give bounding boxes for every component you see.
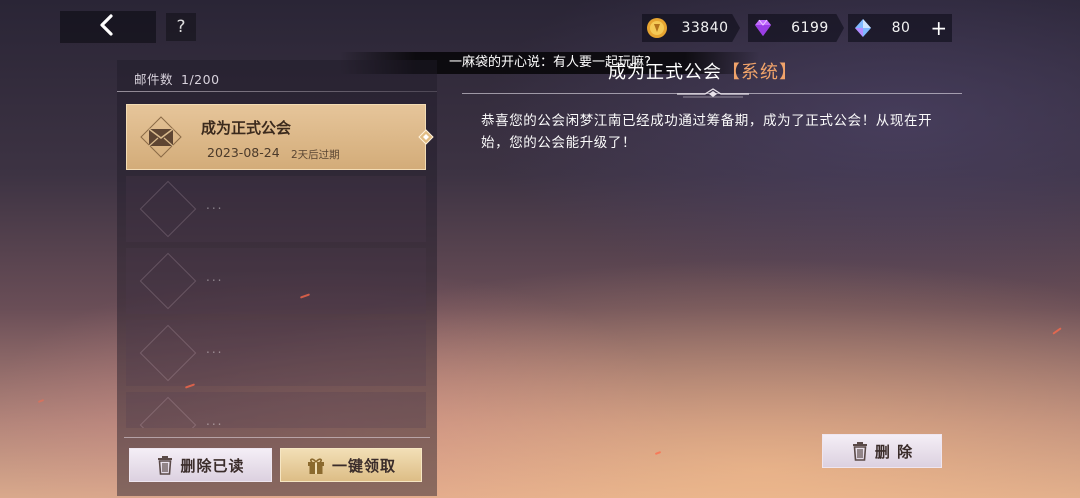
placeholder-dots: ... bbox=[206, 198, 224, 212]
gold-currency: 33840 bbox=[642, 14, 740, 42]
blue-gem-icon bbox=[850, 15, 876, 41]
help-button[interactable]: ? bbox=[166, 13, 196, 41]
back-button[interactable] bbox=[90, 12, 122, 42]
delete-button[interactable]: 删 除 bbox=[822, 434, 942, 468]
mail-item-empty: ... bbox=[126, 320, 426, 386]
divider bbox=[117, 91, 437, 92]
ornament-icon bbox=[675, 86, 751, 100]
mail-item-selected[interactable]: 成为正式公会 2023-08-24 2天后过期 bbox=[126, 104, 434, 170]
mail-date: 2023-08-24 bbox=[207, 145, 280, 160]
mail-item-empty: ... bbox=[126, 248, 426, 314]
placeholder-diamond-icon bbox=[139, 396, 197, 428]
delete-label: 删 除 bbox=[874, 442, 914, 461]
mail-expire: 2天后过期 bbox=[291, 149, 340, 161]
delete-read-button[interactable]: 删除已读 bbox=[129, 448, 272, 482]
mail-count: 邮件数 1/200 bbox=[134, 69, 228, 88]
add-currency-button[interactable]: + bbox=[926, 16, 952, 40]
gift-icon bbox=[306, 455, 326, 475]
trash-icon bbox=[851, 441, 869, 461]
ember-particle bbox=[37, 399, 45, 403]
placeholder-dots: ... bbox=[206, 414, 224, 428]
blue-gem-amount: 80 bbox=[891, 20, 911, 36]
purple-gem-icon bbox=[750, 15, 776, 41]
mail-detail-title: 成为正式公会【系统】 bbox=[608, 58, 798, 84]
trash-icon bbox=[156, 455, 174, 475]
placeholder-dots: ... bbox=[206, 342, 224, 356]
help-label: ? bbox=[176, 17, 186, 37]
gold-coin-icon bbox=[644, 15, 670, 41]
mail-count-value: 1/200 bbox=[181, 72, 220, 87]
blue-gem-currency: 80 + bbox=[848, 14, 952, 42]
gold-amount: 33840 bbox=[681, 20, 729, 36]
placeholder-dots: ... bbox=[206, 270, 224, 284]
ember-particle bbox=[1052, 327, 1062, 335]
detail-title-text: 成为正式公会 bbox=[608, 62, 722, 83]
claim-all-label: 一键领取 bbox=[331, 456, 396, 475]
delete-read-label: 删除已读 bbox=[180, 456, 245, 475]
mail-title: 成为正式公会 bbox=[201, 119, 292, 137]
placeholder-diamond-icon bbox=[139, 180, 197, 238]
purple-gem-amount: 6199 bbox=[791, 20, 829, 36]
mail-item-empty: ... bbox=[126, 176, 426, 242]
divider bbox=[124, 437, 430, 438]
ember-particle bbox=[654, 451, 662, 455]
mail-count-label: 邮件数 bbox=[134, 72, 174, 87]
envelope-icon bbox=[137, 113, 185, 161]
selected-indicator-icon bbox=[418, 129, 434, 145]
chevron-left-icon bbox=[98, 14, 114, 40]
placeholder-diamond-icon bbox=[139, 324, 197, 382]
mail-detail-body: 恭喜您的公会闲梦江南已经成功通过筹备期，成为了正式公会！从现在开始，您的公会能升… bbox=[481, 113, 933, 151]
placeholder-diamond-icon bbox=[139, 252, 197, 310]
claim-all-button[interactable]: 一键领取 bbox=[280, 448, 422, 482]
mail-item-empty: ... bbox=[126, 392, 426, 428]
purple-gem-currency: 6199 bbox=[748, 14, 844, 42]
system-tag: 【系统】 bbox=[722, 62, 798, 83]
